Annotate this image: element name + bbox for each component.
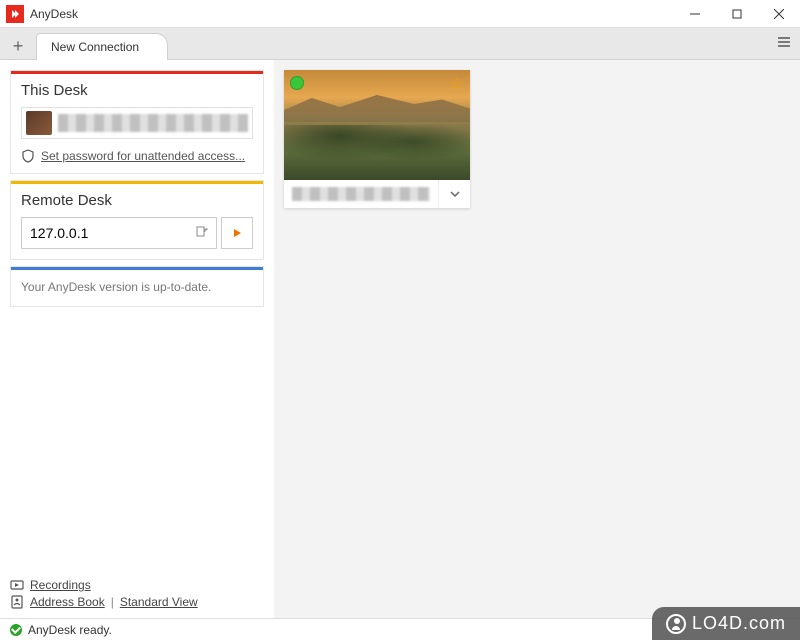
address-book-icon bbox=[10, 595, 24, 609]
app-title: AnyDesk bbox=[30, 7, 674, 21]
status-ok-icon bbox=[10, 624, 22, 636]
recordings-icon bbox=[10, 578, 24, 592]
set-password-row: Set password for unattended access... bbox=[21, 149, 253, 163]
this-desk-address[interactable] bbox=[21, 107, 253, 139]
remote-address-field[interactable] bbox=[21, 217, 217, 249]
favorite-star-icon[interactable]: ☆ bbox=[450, 74, 464, 94]
tile-label bbox=[284, 187, 438, 201]
recent-connections-area: ☆ bbox=[274, 60, 800, 618]
main-area: This Desk Set password for unattended ac… bbox=[0, 60, 800, 618]
app-logo-icon bbox=[6, 5, 24, 23]
this-desk-panel: This Desk Set password for unattended ac… bbox=[10, 70, 264, 174]
window-controls bbox=[674, 0, 800, 28]
online-status-icon bbox=[290, 76, 304, 90]
watermark: LO4D.com bbox=[652, 607, 800, 640]
remote-address-input[interactable] bbox=[30, 225, 194, 241]
shield-icon bbox=[21, 149, 35, 163]
status-text: AnyDesk ready. bbox=[28, 623, 112, 637]
update-status-text: Your AnyDesk version is up-to-date. bbox=[21, 278, 253, 296]
close-button[interactable] bbox=[758, 0, 800, 28]
user-avatar-icon bbox=[26, 111, 52, 135]
tile-menu-button[interactable] bbox=[438, 180, 470, 208]
minimize-button[interactable] bbox=[674, 0, 716, 28]
this-desk-title: This Desk bbox=[21, 82, 253, 99]
titlebar: AnyDesk bbox=[0, 0, 800, 28]
update-panel: Your AnyDesk version is up-to-date. bbox=[10, 266, 264, 307]
sidebar: This Desk Set password for unattended ac… bbox=[0, 60, 274, 618]
remote-desk-panel: Remote Desk bbox=[10, 180, 264, 260]
separator: | bbox=[111, 595, 114, 609]
hamburger-menu-button[interactable] bbox=[776, 34, 792, 53]
address-book-link[interactable]: Address Book bbox=[30, 595, 105, 609]
recordings-link[interactable]: Recordings bbox=[30, 578, 91, 592]
paste-icon[interactable] bbox=[194, 225, 208, 242]
watermark-icon bbox=[666, 614, 686, 634]
remote-desk-title: Remote Desk bbox=[21, 192, 253, 209]
connect-button[interactable] bbox=[221, 217, 253, 249]
set-password-link[interactable]: Set password for unattended access... bbox=[41, 149, 245, 163]
tabbar: + New Connection bbox=[0, 28, 800, 60]
tile-thumbnail: ☆ bbox=[284, 70, 470, 180]
recent-connection-tile[interactable]: ☆ bbox=[284, 70, 470, 208]
bottom-links: Recordings Address Book | Standard View bbox=[10, 575, 264, 612]
maximize-button[interactable] bbox=[716, 0, 758, 28]
watermark-text: LO4D.com bbox=[692, 613, 786, 634]
this-desk-id bbox=[58, 114, 248, 132]
new-tab-button[interactable]: + bbox=[4, 33, 32, 59]
standard-view-link[interactable]: Standard View bbox=[120, 595, 198, 609]
tab-new-connection[interactable]: New Connection bbox=[36, 33, 168, 60]
